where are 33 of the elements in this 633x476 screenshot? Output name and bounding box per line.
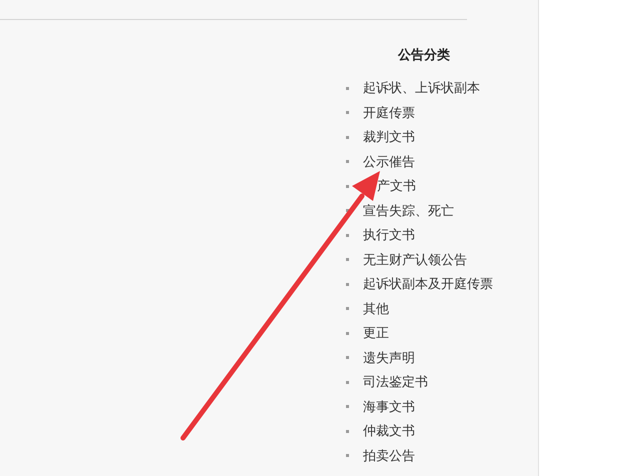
bullet-icon — [346, 380, 349, 384]
bullet-icon — [346, 160, 349, 164]
bullet-icon — [346, 307, 349, 310]
category-link[interactable]: 裁判文书 — [363, 128, 415, 146]
bullet-icon — [346, 209, 349, 212]
category-link[interactable]: 执行文书 — [363, 226, 415, 244]
bullet-icon — [346, 454, 349, 458]
category-link[interactable]: 海事文书 — [363, 398, 415, 416]
category-link[interactable]: 司法鉴定书 — [363, 373, 428, 392]
category-link[interactable]: 公示催告 — [363, 152, 415, 171]
category-link[interactable]: 遗失声明 — [363, 348, 415, 367]
category-link[interactable]: 无主财产认领公告 — [363, 250, 467, 269]
bullet-icon — [346, 356, 349, 360]
bullet-icon — [346, 332, 349, 335]
bullet-icon — [346, 136, 349, 139]
category-link[interactable]: 宣告失踪、死亡 — [363, 202, 454, 220]
bullet-icon — [346, 258, 349, 262]
category-link[interactable]: 开庭传票 — [363, 104, 415, 122]
bullet-icon — [346, 405, 349, 408]
category-link[interactable]: 起诉状、上诉状副本 — [363, 79, 480, 98]
category-link[interactable]: 起诉状副本及开庭传票 — [363, 275, 493, 294]
category-heading: 公告分类 — [396, 46, 451, 64]
bullet-icon — [346, 184, 349, 188]
category-link[interactable]: 仲裁文书 — [363, 422, 415, 440]
bullet-icon — [346, 86, 349, 90]
category-link[interactable]: 其他 — [363, 300, 389, 318]
category-link[interactable]: 拍卖公告 — [363, 446, 415, 465]
bullet-icon — [346, 234, 349, 237]
category-link[interactable]: 产文书 — [377, 177, 416, 196]
category-link[interactable]: 更正 — [363, 324, 389, 342]
bullet-icon — [346, 430, 349, 433]
bullet-icon — [346, 282, 349, 286]
bullet-icon — [346, 111, 349, 114]
